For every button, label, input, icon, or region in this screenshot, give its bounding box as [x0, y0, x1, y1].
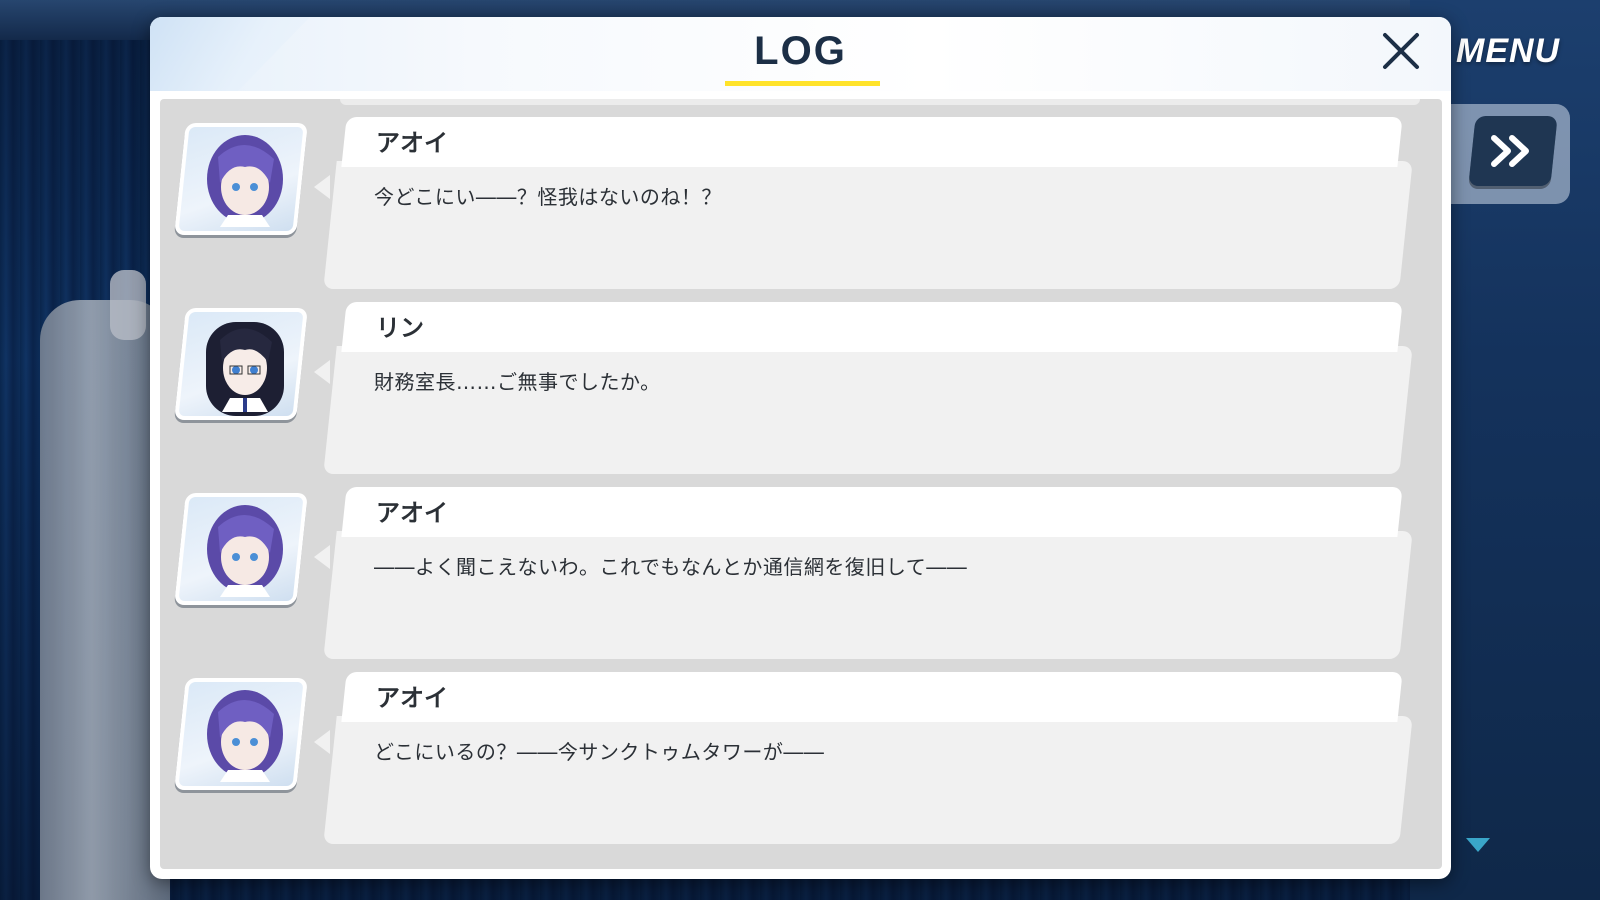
dialogue-bubble: アオイ どこにいるの？――今サンクトゥムタワーが――	[314, 672, 1413, 844]
speaker-portrait	[174, 123, 308, 235]
log-window: LOG アオイ 今どこにい――？怪我はないのね！？ リン 財務室長……ご無事でし…	[150, 17, 1451, 879]
dialogue-text: 財務室長……ご無事でしたか。	[374, 370, 661, 394]
log-entry: リン 財務室長……ご無事でしたか。	[160, 302, 1442, 477]
speaker-name: アオイ	[376, 684, 448, 712]
log-list[interactable]: アオイ 今どこにい――？怪我はないのね！？ リン 財務室長……ご無事でしたか。 …	[160, 99, 1442, 869]
fast-forward-button[interactable]	[1468, 116, 1558, 186]
dialogue-bubble: リン 財務室長……ご無事でしたか。	[314, 302, 1413, 474]
log-entry: アオイ ――よく聞こえないわ。これでもなんとか通信網を復旧して――	[160, 487, 1442, 662]
log-title: LOG	[754, 29, 847, 73]
close-icon	[1383, 33, 1419, 69]
log-entry: アオイ 今どこにい――？怪我はないのね！？	[160, 117, 1442, 292]
speaker-name: アオイ	[376, 129, 448, 157]
menu-button[interactable]: MENU	[1456, 32, 1560, 71]
rin-portrait-icon	[206, 322, 284, 416]
dialogue-bubble: アオイ ――よく聞こえないわ。これでもなんとか通信網を復旧して――	[314, 487, 1413, 659]
dialogue-bubble: アオイ 今どこにい――？怪我はないのね！？	[314, 117, 1413, 289]
log-header: LOG	[150, 17, 1451, 91]
dialogue-text: ――よく聞こえないわ。これでもなんとか通信網を復旧して――	[374, 555, 968, 579]
aoi-portrait-icon	[207, 135, 283, 227]
title-underline	[725, 81, 880, 86]
background-character-hand	[110, 270, 146, 340]
dialogue-text: どこにいるの？――今サンクトゥムタワーが――	[374, 740, 825, 764]
double-chevron-right-icon	[1491, 135, 1529, 167]
speaker-portrait	[174, 493, 308, 605]
speaker-name: リン	[376, 314, 424, 342]
dialogue-text: 今どこにい――？怪我はないのね！？	[374, 185, 722, 209]
previous-entry-edge	[340, 99, 1420, 105]
aoi-portrait-icon	[207, 505, 283, 597]
triangle-down-icon	[1466, 838, 1490, 852]
close-button[interactable]	[1377, 27, 1425, 75]
speaker-name: アオイ	[376, 499, 448, 527]
speaker-portrait	[174, 678, 308, 790]
log-entry: アオイ どこにいるの？――今サンクトゥムタワーが――	[160, 672, 1442, 847]
speaker-portrait	[174, 308, 308, 420]
aoi-portrait-icon	[207, 690, 283, 782]
